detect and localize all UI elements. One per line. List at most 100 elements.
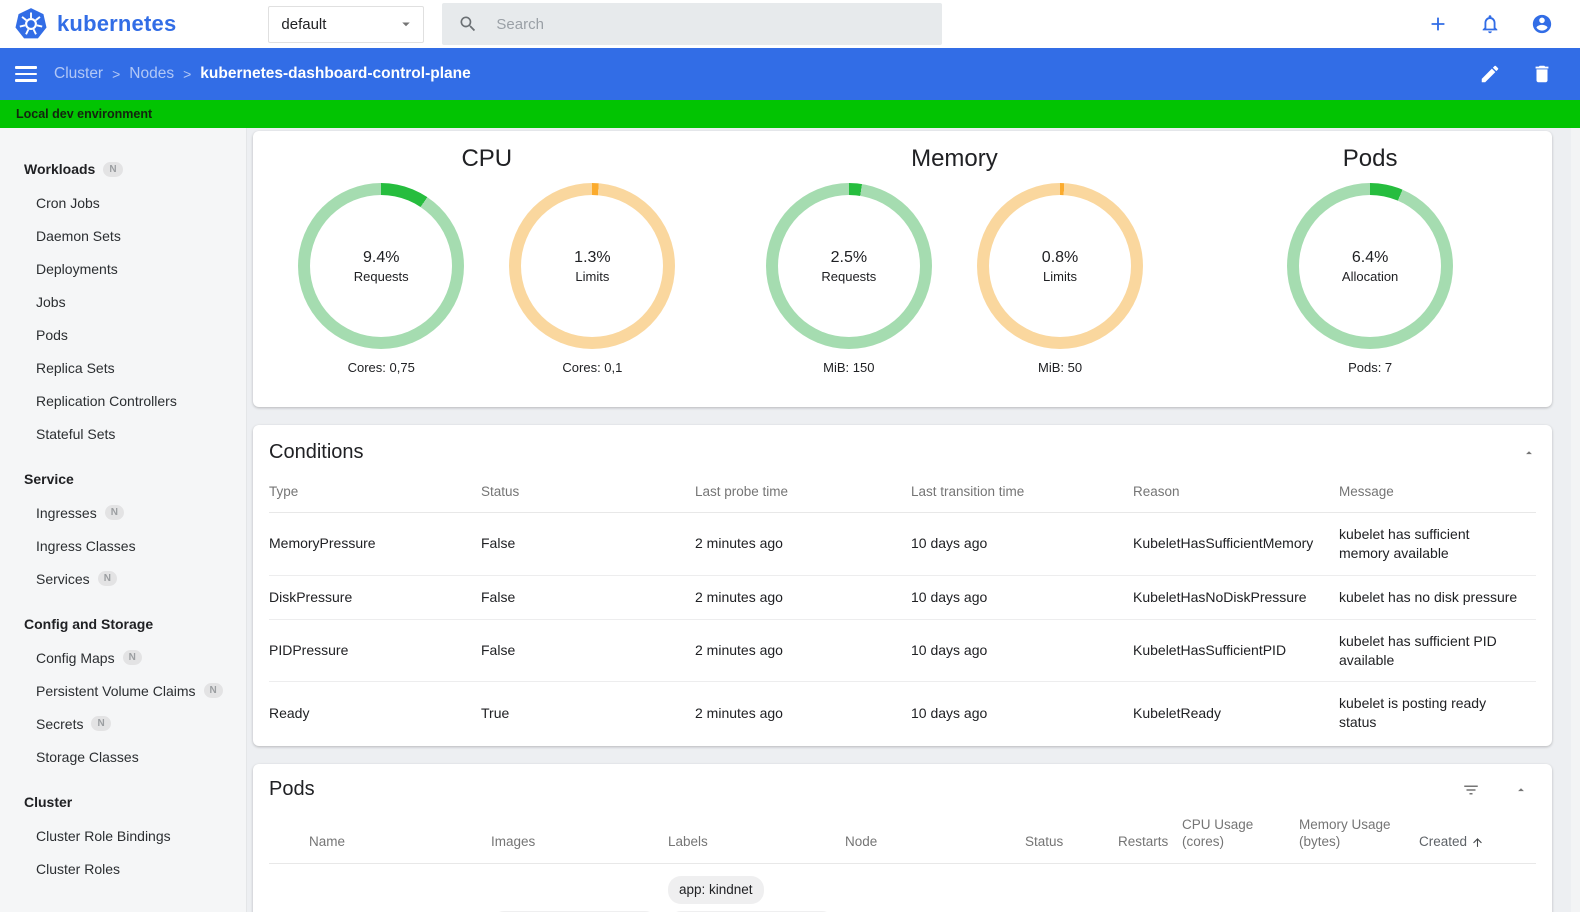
breadcrumb-nodes[interactable]: Nodes: [129, 65, 174, 83]
conditions-card: Conditions Type Status Last probe time L…: [253, 425, 1552, 747]
sidebar-item-config-maps[interactable]: Config Maps N: [0, 641, 246, 674]
sidebar-item-ingress-classes[interactable]: Ingress Classes: [0, 529, 246, 562]
column-header-created-sort[interactable]: Created: [1419, 834, 1524, 851]
sidebar-item-persistent-volume-claims[interactable]: Persistent Volume Claims N: [0, 674, 246, 707]
search-icon: [460, 16, 476, 32]
condition-status: False: [481, 535, 516, 552]
condition-reason: KubeletHasNoDiskPressure: [1133, 588, 1307, 605]
sidebar-item-stateful-sets[interactable]: Stateful Sets: [0, 417, 246, 450]
sidebar-item-ingresses[interactable]: Ingresses N: [0, 496, 246, 529]
condition-reason: KubeletHasSufficientPID: [1133, 642, 1287, 659]
donut-percent: 0.8%: [1041, 248, 1079, 266]
scrollbar[interactable]: [1571, 128, 1580, 912]
condition-transition-time: 10 days ago: [911, 535, 988, 552]
column-header: Memory Usage (bytes): [1299, 817, 1391, 850]
search-bar[interactable]: [442, 3, 943, 45]
environment-banner: Local dev environment: [0, 100, 1580, 128]
sidebar-item-cluster-role-bindings[interactable]: Cluster Role Bindings: [0, 819, 246, 852]
column-header: Message: [1339, 484, 1394, 499]
search-input[interactable]: [496, 15, 897, 33]
breadcrumb: Cluster > Nodes > kubernetes-dashboard-c…: [54, 65, 471, 83]
collapse-conditions-button[interactable]: [1522, 446, 1536, 460]
collapse-arrow-icon: [1518, 787, 1524, 791]
sidebar-item-daemon-sets[interactable]: Daemon Sets: [0, 219, 246, 252]
donut-memory-requests: 2.5% Requests MiB: 150: [765, 183, 932, 407]
sidebar-heading-config-and-storage: Config and Storage: [0, 607, 246, 641]
donut-cpu-limits: 1.3% Limits Cores: 0,1: [509, 183, 676, 407]
edit-resource-button[interactable]: [1478, 62, 1502, 86]
pencil-icon: [1481, 65, 1499, 83]
chevron-down-icon: [402, 22, 411, 27]
donut-pods-allocation: 6.4% Allocation Pods: 7: [1287, 183, 1454, 407]
sidebar-heading-cluster: Cluster: [0, 785, 246, 819]
sidebar-item-storage-classes[interactable]: Storage Classes: [0, 740, 246, 773]
sidebar-nav: Workloads N Cron Jobs Daemon Sets Deploy…: [0, 128, 247, 912]
sort-arrow-up-icon: [1473, 838, 1482, 847]
sidebar-item-pods[interactable]: Pods: [0, 318, 246, 351]
column-header: Status: [481, 484, 520, 499]
sidebar-heading-label: Workloads: [24, 161, 96, 177]
table-row: PIDPressure False 2 minutes ago 10 days …: [269, 620, 1536, 683]
column-header: Last probe time: [695, 484, 789, 499]
condition-type: DiskPressure: [269, 588, 353, 605]
sidebar-item-cron-jobs[interactable]: Cron Jobs: [0, 186, 246, 219]
new-badge: N: [97, 571, 117, 586]
pods-title: Pods: [269, 778, 315, 801]
breadcrumb-separator: >: [112, 66, 121, 82]
sidebar-heading-service: Service: [0, 462, 246, 496]
table-row: MemoryPressure False 2 minutes ago 10 da…: [269, 513, 1536, 576]
sidebar-item-cluster-roles[interactable]: Cluster Roles: [0, 852, 246, 885]
condition-transition-time: 10 days ago: [911, 642, 988, 659]
allocation-charts-card: CPU 9.4% Requests Cores: 0,75 1.3% Limit…: [253, 131, 1552, 407]
sidebar-item-services[interactable]: Services N: [0, 562, 246, 595]
column-header: Type: [269, 484, 299, 499]
cpu-chart-group: CPU 9.4% Requests Cores: 0,75 1.3% Limit…: [253, 137, 721, 407]
donut-footer: MiB: 150: [823, 360, 875, 375]
breadcrumb-separator: >: [183, 66, 192, 82]
namespace-selector[interactable]: default: [268, 5, 425, 43]
account-button[interactable]: [1530, 12, 1554, 36]
sidebar-heading-label: Config and Storage: [24, 616, 154, 632]
sidebar-item-jobs[interactable]: Jobs: [0, 285, 246, 318]
memory-chart-group: Memory 2.5% Requests MiB: 150 0.8% Limit…: [721, 137, 1189, 407]
sidebar-item-replica-sets[interactable]: Replica Sets: [0, 351, 246, 384]
sidebar-heading-label: Service: [24, 471, 74, 487]
condition-status: False: [481, 642, 516, 659]
condition-probe-time: 2 minutes ago: [695, 535, 783, 552]
kubernetes-wheel-icon: [15, 8, 47, 39]
donut-ring: 1.3% Limits: [509, 183, 676, 349]
donut-percent: 6.4%: [1351, 248, 1389, 266]
main-content: CPU 9.4% Requests Cores: 0,75 1.3% Limit…: [247, 128, 1580, 912]
sidebar-item-deployments[interactable]: Deployments: [0, 252, 246, 285]
condition-status: True: [481, 704, 510, 721]
column-header: Images: [491, 834, 536, 850]
condition-type: Ready: [269, 704, 310, 721]
sidebar-item-workloads[interactable]: Workloads N: [0, 152, 246, 186]
delete-resource-button[interactable]: [1530, 62, 1554, 86]
condition-status: False: [481, 588, 516, 605]
new-badge: N: [91, 716, 111, 731]
condition-message: kubelet has sufficient PID available: [1339, 632, 1497, 668]
chart-group-title-cpu: CPU: [461, 145, 513, 172]
bell-icon: [1482, 15, 1498, 34]
pods-card: Pods Name Images Labels Node Status Rest…: [253, 764, 1552, 912]
collapse-pods-button[interactable]: [1514, 783, 1528, 797]
menu-icon[interactable]: [15, 62, 39, 86]
condition-message: kubelet has no disk pressure: [1339, 588, 1518, 605]
column-header: Node: [845, 834, 878, 850]
filter-icon: [1464, 785, 1478, 795]
condition-transition-time: 10 days ago: [911, 588, 988, 605]
kubernetes-logo[interactable]: kubernetes: [14, 7, 176, 41]
sidebar-item-replication-controllers[interactable]: Replication Controllers: [0, 384, 246, 417]
create-resource-button[interactable]: [1426, 12, 1450, 36]
condition-message: kubelet is posting ready status: [1339, 695, 1487, 731]
filter-pods-button[interactable]: [1462, 781, 1480, 799]
condition-reason: KubeletReady: [1133, 704, 1221, 721]
condition-message: kubelet has sufficient memory available: [1339, 526, 1470, 561]
sidebar-item-secrets[interactable]: Secrets N: [0, 707, 246, 740]
breadcrumb-cluster[interactable]: Cluster: [54, 65, 103, 83]
notifications-button[interactable]: [1478, 12, 1502, 36]
conditions-table-header: Type Status Last probe time Last transit…: [269, 464, 1536, 513]
donut-percent: 2.5%: [830, 248, 868, 266]
donut-label: Allocation: [1341, 268, 1399, 284]
